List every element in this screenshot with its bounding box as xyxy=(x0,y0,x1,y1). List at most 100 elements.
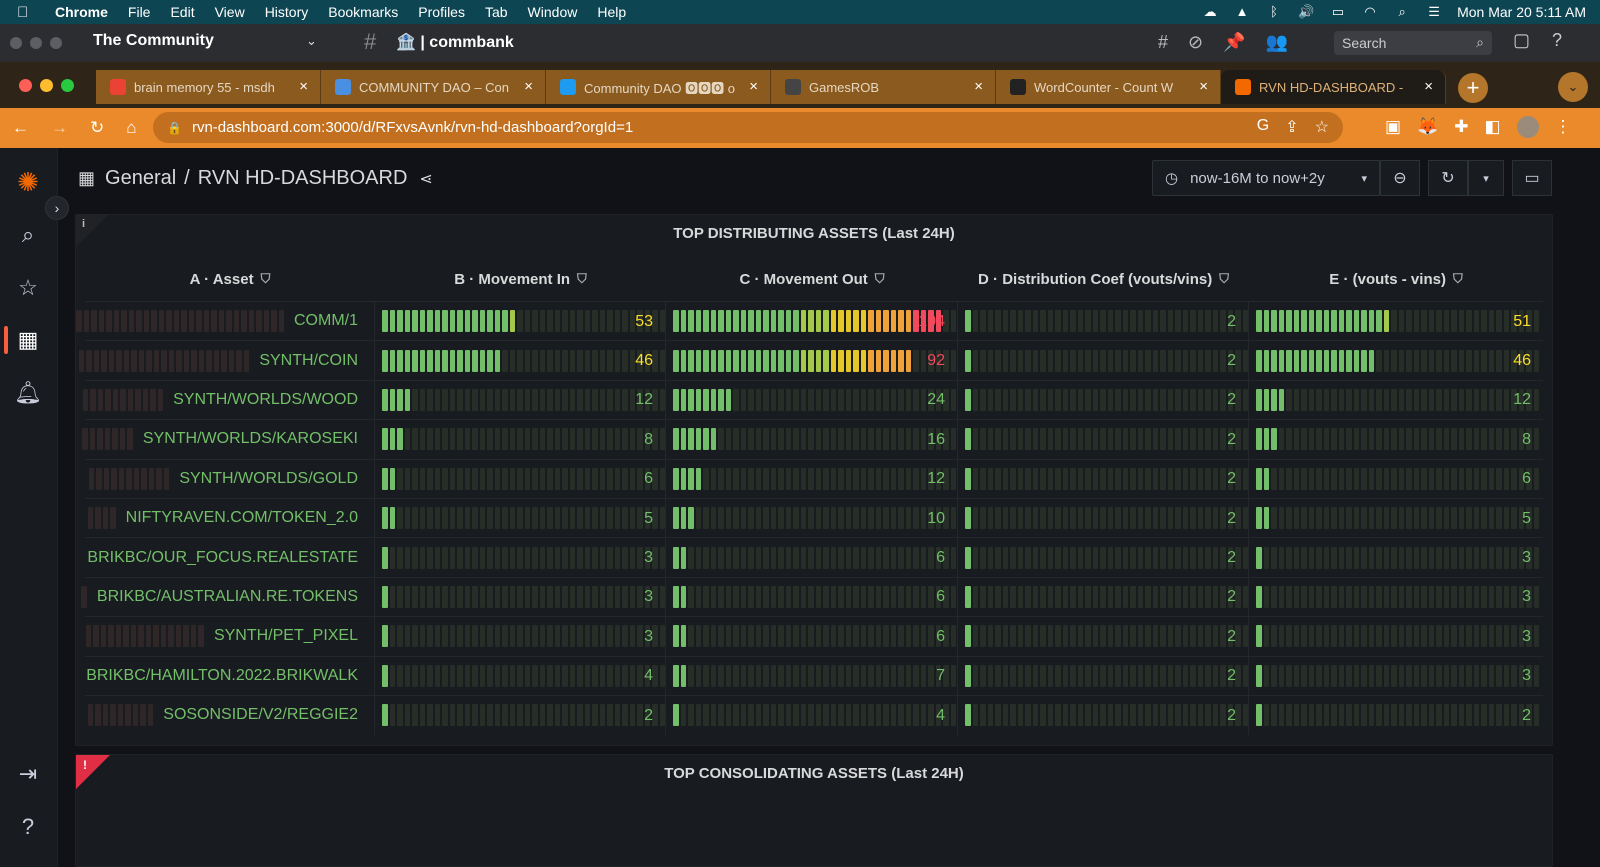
asset-cell[interactable]: COMM/1 xyxy=(76,301,375,341)
distribution-coef-cell[interactable]: 2 xyxy=(958,341,1249,381)
back-icon[interactable]: ← xyxy=(12,118,29,138)
asset-cell[interactable]: SYNTH/WORLDS/KAROSEKI xyxy=(82,419,375,459)
forward-icon[interactable]: → xyxy=(51,118,68,138)
asset-cell[interactable]: BRIKBC/AUSTRALIAN.RE.TOKENS xyxy=(81,577,375,617)
column-header-0[interactable]: A · Asset ⛉ xyxy=(85,261,375,297)
members-icon[interactable]: 👥 xyxy=(1266,32,1288,53)
movement-in-cell[interactable]: 12 xyxy=(375,380,666,420)
close-tab-icon[interactable]: × xyxy=(1199,78,1208,95)
table-row[interactable]: SYNTH/WORLDS/KAROSEKI 8 16 2 8 xyxy=(82,419,1543,459)
dashboards-icon[interactable]: ▦ xyxy=(14,326,42,354)
vouts-minus-vins-cell[interactable]: 6 xyxy=(1249,459,1543,498)
menu-app-name[interactable]: Chrome xyxy=(55,4,108,20)
bell-icon[interactable]: 🔔︎ xyxy=(14,379,42,407)
pin-icon[interactable]: 📌 xyxy=(1223,32,1245,53)
zoom-window-button[interactable] xyxy=(61,78,74,92)
menu-edit[interactable]: Edit xyxy=(170,4,194,20)
distribution-coef-cell[interactable]: 2 xyxy=(958,459,1249,499)
menu-history[interactable]: History xyxy=(265,4,309,20)
battery-icon[interactable]: ▭ xyxy=(1329,5,1347,19)
tab-4[interactable]: WordCounter - Count W × xyxy=(996,70,1221,104)
dashboard-title[interactable]: RVN HD-DASHBOARD xyxy=(198,167,408,190)
distribution-coef-cell[interactable]: 2 xyxy=(958,695,1249,735)
movement-out-cell[interactable]: 6 xyxy=(666,616,958,656)
metamask-icon[interactable]: 🦊 xyxy=(1417,117,1438,137)
close-tab-icon[interactable]: × xyxy=(749,78,758,95)
movement-in-cell[interactable]: 53 xyxy=(375,301,666,341)
extension-icon[interactable]: ▣ xyxy=(1385,117,1401,137)
distribution-coef-cell[interactable]: 2 xyxy=(958,538,1249,578)
creative-cloud-icon[interactable]: ☁ xyxy=(1201,5,1219,19)
huddle-icon[interactable]: ▢ xyxy=(1513,30,1530,51)
column-header-2[interactable]: C · Movement Out ⛉ xyxy=(666,261,958,297)
home-icon[interactable]: ⌂ xyxy=(126,118,136,138)
table-row[interactable]: BRIKBC/HAMILTON.2022.BRIKWALK 4 7 2 3 xyxy=(85,655,1543,696)
vouts-minus-vins-cell[interactable]: 3 xyxy=(1249,656,1543,695)
bluetooth-icon[interactable]: ᛒ xyxy=(1265,5,1283,19)
zoom-out-button[interactable]: ⊖ xyxy=(1380,160,1420,196)
kebab-menu-icon[interactable]: ⋮ xyxy=(1555,117,1572,137)
lock-icon[interactable]: 🔒 xyxy=(167,121,182,135)
breadcrumb-folder[interactable]: General xyxy=(105,167,176,190)
vouts-minus-vins-cell[interactable]: 3 xyxy=(1249,577,1543,616)
tab-1[interactable]: COMMUNITY DAO – Con × xyxy=(321,70,546,104)
distribution-coef-cell[interactable]: 2 xyxy=(958,498,1249,538)
movement-in-cell[interactable]: 5 xyxy=(375,498,666,538)
refresh-interval-dropdown[interactable]: ▾ xyxy=(1468,160,1504,196)
sidebar-expand-button[interactable]: › xyxy=(45,196,69,220)
table-row[interactable]: SYNTH/COIN 46 92 2 46 xyxy=(78,340,1543,381)
distribution-coef-cell[interactable]: 2 xyxy=(958,656,1249,696)
profile-avatar[interactable] xyxy=(1516,116,1539,138)
chevron-down-icon[interactable]: ⌄ xyxy=(306,33,317,49)
distribution-coef-cell[interactable]: 2 xyxy=(958,616,1249,656)
address-bar[interactable]: 🔒 rvn-dashboard.com:3000/d/RFxvsAvnk/rvn… xyxy=(153,112,1343,143)
asset-cell[interactable]: SYNTH/WORLDS/WOOD xyxy=(82,380,375,420)
wifi-icon[interactable]: ◠ xyxy=(1361,5,1379,19)
vouts-minus-vins-cell[interactable]: 2 xyxy=(1249,696,1543,735)
movement-out-cell[interactable]: 7 xyxy=(666,656,958,696)
new-tab-button[interactable]: + xyxy=(1458,73,1488,103)
menu-profiles[interactable]: Profiles xyxy=(418,4,465,20)
tab-2[interactable]: Community DAO 🅾🅾🅾 o × xyxy=(546,70,771,104)
movement-out-cell[interactable]: 104 xyxy=(666,301,958,341)
movement-in-cell[interactable]: 3 xyxy=(375,538,666,578)
vouts-minus-vins-cell[interactable]: 8 xyxy=(1249,420,1543,459)
table-row[interactable]: BRIKBC/AUSTRALIAN.RE.TOKENS 3 6 2 3 xyxy=(81,576,1543,617)
grafana-logo-icon[interactable]: ✺ xyxy=(14,167,42,197)
apple-icon[interactable]:  xyxy=(17,4,33,21)
movement-in-cell[interactable]: 8 xyxy=(375,419,666,459)
movement-in-cell[interactable]: 3 xyxy=(375,616,666,656)
movement-out-cell[interactable]: 10 xyxy=(666,498,958,538)
column-header-3[interactable]: D · Distribution Coef (vouts/vins) ⛉ xyxy=(958,261,1249,297)
share-icon[interactable]: ⇪ xyxy=(1285,117,1298,137)
close-tab-icon[interactable]: × xyxy=(524,78,533,95)
movement-out-cell[interactable]: 24 xyxy=(666,380,958,420)
column-header-4[interactable]: E · (vouts - vins) ⛉ xyxy=(1249,261,1543,297)
bookmark-star-icon[interactable]: ☆ xyxy=(1315,117,1329,137)
menubar-clock[interactable]: Mon Mar 20 5:11 AM xyxy=(1457,4,1586,20)
distribution-coef-cell[interactable]: 2 xyxy=(958,419,1249,459)
movement-in-cell[interactable]: 6 xyxy=(375,459,666,499)
movement-out-cell[interactable]: 16 xyxy=(666,419,958,459)
control-center-icon[interactable]: ☰ xyxy=(1425,5,1443,19)
vouts-minus-vins-cell[interactable]: 46 xyxy=(1249,341,1543,380)
movement-out-cell[interactable]: 92 xyxy=(666,341,958,381)
menu-window[interactable]: Window xyxy=(528,4,578,20)
reload-icon[interactable]: ↻ xyxy=(90,118,104,138)
slack-search-input[interactable]: Search ⌕ xyxy=(1334,31,1492,55)
menu-tab[interactable]: Tab xyxy=(485,4,508,20)
asset-cell[interactable]: BRIKBC/OUR_FOCUS.REALESTATE xyxy=(85,538,375,578)
menu-help[interactable]: Help xyxy=(597,4,626,20)
help-icon[interactable]: ? xyxy=(1552,30,1562,51)
mute-icon[interactable]: ⊘ xyxy=(1188,32,1203,53)
filter-icon[interactable]: ⛉ xyxy=(875,271,885,287)
column-header-1[interactable]: B · Movement In ⛉ xyxy=(375,261,666,297)
vouts-minus-vins-cell[interactable]: 3 xyxy=(1249,617,1543,656)
refresh-button[interactable]: ↻ xyxy=(1428,160,1468,196)
menu-bookmarks[interactable]: Bookmarks xyxy=(328,4,398,20)
filter-icon[interactable]: ⛉ xyxy=(1219,271,1229,287)
tv-mode-button[interactable]: ▭ xyxy=(1512,160,1552,196)
table-row[interactable]: SYNTH/WORLDS/GOLD 6 12 2 6 xyxy=(85,458,1543,499)
asset-cell[interactable]: SYNTH/PET_PIXEL xyxy=(85,616,375,656)
distribution-coef-cell[interactable]: 2 xyxy=(958,577,1249,617)
